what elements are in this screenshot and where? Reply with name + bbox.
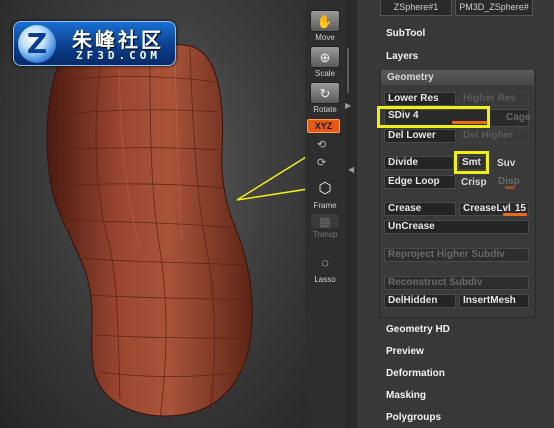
menu-masking[interactable]: Masking [386,390,426,401]
rotate-button[interactable]: ↻ Rotate [308,82,342,114]
cage-label[interactable]: Cage [506,112,530,123]
scale-label: Scale [314,69,335,78]
splitter-handle[interactable] [347,48,349,93]
disp-slider-fill [505,186,515,189]
move-button[interactable]: ✋ Move [308,10,342,42]
rotate-icon: ↻ [310,82,340,104]
subtool-thumb-zsphere[interactable]: ZSphere#1 [380,0,452,16]
frame-label: Frame [313,201,337,210]
suv-toggle[interactable]: Suv [497,158,515,169]
uncrease-button[interactable]: UnCrease [384,220,529,234]
sdiv-highlight-box [377,106,490,128]
logo-subtitle: ZF3D.COM [76,49,161,62]
del-lower-button[interactable]: Del Lower [384,129,456,143]
geometry-title: Geometry [387,72,434,83]
sym-icon-2[interactable]: ⟳ [317,156,326,169]
menu-geometry-hd[interactable]: Geometry HD [386,324,450,335]
cube-icon: ⬡ [318,180,332,197]
menu-preview[interactable]: Preview [386,346,424,357]
smt-highlight-box [454,151,489,174]
scale-button[interactable]: ⊕ Scale [308,46,342,78]
menu-polygroups[interactable]: Polygroups [386,412,441,423]
site-logo: Z 朱峰社区 ZF3D.COM [13,21,176,66]
expand-arrow-icon[interactable]: ◀ [348,165,354,174]
del-higher-button[interactable]: Del Higher [459,129,529,143]
del-hidden-button[interactable]: DelHidden [384,294,456,308]
lower-res-button[interactable]: Lower Res [384,92,456,106]
lasso-button[interactable]: ◌ Lasso [308,252,342,284]
logo-emblem-icon: Z [18,25,56,63]
transp-button[interactable]: ▦ Transp [308,213,342,239]
edge-loop-button[interactable]: Edge Loop [384,175,456,189]
higher-res-button[interactable]: Higher Res [459,92,529,106]
reproject-higher-subdiv-button[interactable]: Reproject Higher Subdiv [384,248,529,262]
canvas-viewport[interactable]: Z 朱峰社区 ZF3D.COM [0,0,305,428]
move-label: Move [315,33,335,42]
menu-deformation[interactable]: Deformation [386,368,445,379]
crease-lvl-slider-fill [503,213,527,216]
frame-button[interactable]: ⬡ Frame [308,178,342,210]
rotate-label: Rotate [313,105,337,114]
crisp-toggle[interactable]: Crisp [461,177,487,188]
hand-icon: ✋ [310,10,340,32]
lasso-label: Lasso [314,275,336,284]
reconstruct-subdiv-button[interactable]: Reconstruct Subdiv [384,276,529,290]
insert-mesh-button[interactable]: InsertMesh [459,294,529,308]
menu-subtool[interactable]: SubTool [386,28,425,39]
lasso-icon: ◌ [321,255,329,270]
menu-layers[interactable]: Layers [386,51,418,62]
scale-icon: ⊕ [310,46,340,68]
divide-button[interactable]: Divide [384,156,454,170]
transp-icon: ▦ [310,213,340,229]
collapse-arrow-icon[interactable]: ▶ [345,101,351,110]
sym-icon-1[interactable]: ⟲ [317,138,326,151]
subtool-thumb-pm3d[interactable]: PM3D_ZSphere# [455,0,533,16]
transp-label: Transp [312,230,338,239]
xyz-toggle-button[interactable]: XYZ [307,119,340,133]
crease-button[interactable]: Crease [384,202,456,216]
